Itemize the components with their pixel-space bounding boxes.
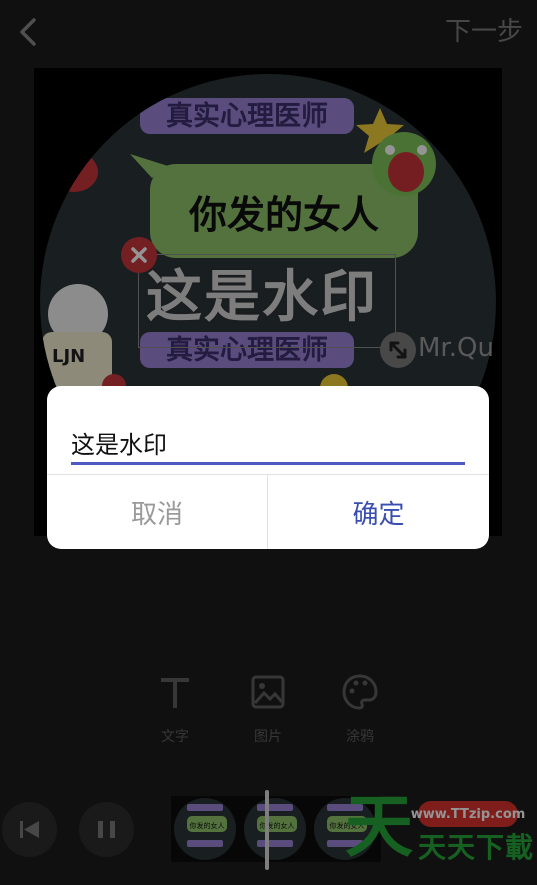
cancel-button[interactable]: 取消: [47, 475, 267, 549]
watermark-text-dialog: 取消 确定: [47, 386, 489, 549]
watermark-text-input[interactable]: [71, 422, 465, 465]
confirm-button[interactable]: 确定: [268, 475, 489, 549]
